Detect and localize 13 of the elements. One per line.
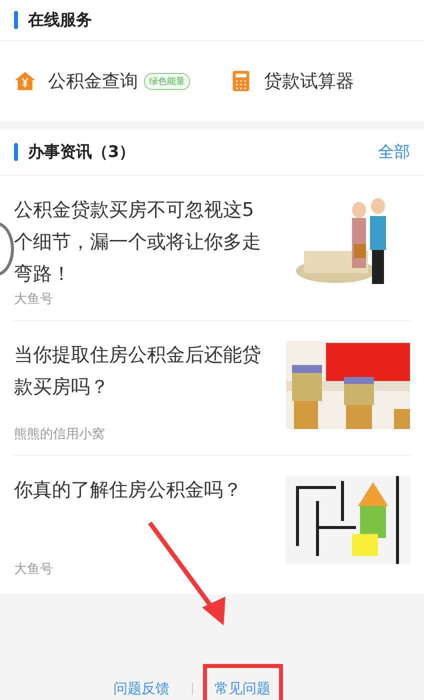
article-source: 熊熊的信用小窝 — [14, 426, 106, 443]
article-title[interactable]: 公积金贷款买房不可忽视这5个细节，漏一个或将让你多走弯路！ — [14, 194, 266, 290]
article-title[interactable]: 你真的了解住房公积金吗？ — [14, 474, 266, 506]
service-link[interactable]: 公积金查询 — [48, 69, 138, 93]
section-title: 在线服务 — [28, 10, 92, 30]
section-title: 办事资讯（3） — [28, 142, 136, 162]
service-link[interactable]: 贷款试算器 — [264, 69, 354, 93]
energy-badge: 绿色能量 — [144, 72, 190, 90]
article-source: 大鱼号 — [14, 561, 54, 578]
calculator-icon — [230, 70, 252, 92]
article-title[interactable]: 当你提取住房公积金后还能贷款买房吗？ — [14, 339, 266, 403]
article-source: 大鱼号 — [14, 291, 54, 308]
house-icon — [14, 70, 36, 92]
